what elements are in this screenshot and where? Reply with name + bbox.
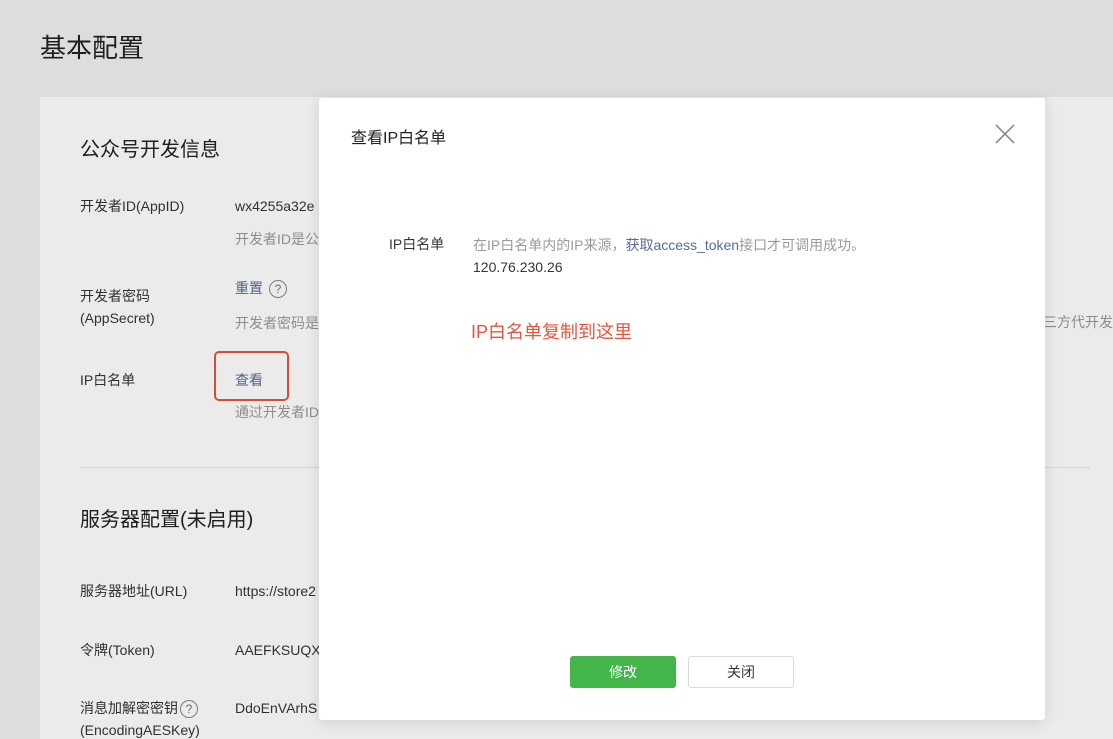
dialog-annotation: IP白名单复制到这里 — [471, 322, 633, 342]
ip-whitelist-dialog: 查看IP白名单 IP白名单 在IP白名单内的IP来源，获取access_toke… — [319, 98, 1045, 720]
dialog-ip-value: 120.76.230.26 — [473, 259, 563, 275]
access-token-link[interactable]: 获取access_token — [625, 237, 739, 253]
close-icon[interactable] — [993, 122, 1017, 146]
dialog-desc-prefix: 在IP白名单内的IP来源， — [473, 237, 626, 253]
dialog-ip-label: IP白名单 — [389, 236, 445, 252]
dialog-ip-desc: 在IP白名单内的IP来源，获取access_token接口才可调用成功。 — [473, 235, 865, 255]
close-button[interactable]: 关闭 — [688, 656, 794, 688]
modify-button[interactable]: 修改 — [570, 656, 676, 688]
dialog-desc-suffix: 接口才可调用成功。 — [739, 237, 866, 253]
dialog-title: 查看IP白名单 — [351, 130, 447, 147]
